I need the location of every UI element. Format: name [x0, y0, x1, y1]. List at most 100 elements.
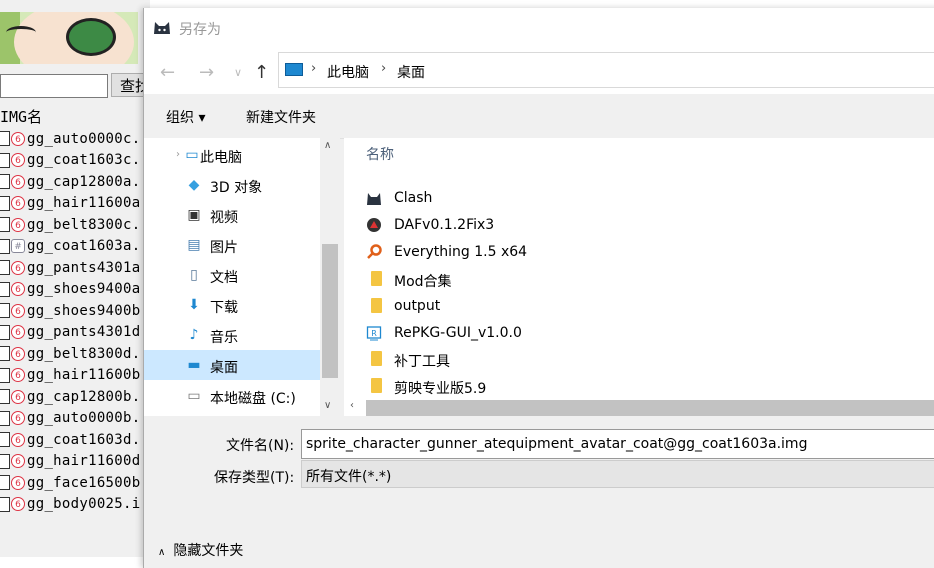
chevron-down-icon[interactable]: ∨: [234, 66, 242, 79]
column-header-name[interactable]: 名称: [366, 144, 394, 164]
nav-pane-scrollbar[interactable]: ∧ ∨: [320, 138, 340, 416]
checkbox[interactable]: [0, 195, 10, 211]
file-name: Everything 1.5 x64: [394, 244, 528, 260]
file-name: output: [394, 298, 441, 314]
organize-button[interactable]: 组织 ▾: [166, 107, 205, 127]
checkbox[interactable]: [0, 217, 10, 233]
checkbox[interactable]: [0, 152, 10, 168]
checkbox[interactable]: [0, 475, 10, 491]
checkbox[interactable]: [0, 496, 10, 512]
file-name: gg_body0025.i: [27, 496, 141, 513]
search-input[interactable]: [0, 74, 108, 98]
scroll-left-icon[interactable]: ‹: [350, 400, 354, 411]
checkbox[interactable]: [0, 324, 10, 340]
chevron-right-icon[interactable]: ›: [381, 61, 386, 76]
checkbox[interactable]: [0, 238, 10, 254]
breadcrumb-this-pc[interactable]: 此电脑: [327, 62, 369, 82]
folder-icon: [371, 378, 382, 393]
cube-icon: ◆: [188, 177, 200, 193]
file-name: gg_hair11600a: [27, 195, 141, 212]
red-circle-icon: 6: [11, 303, 25, 318]
checkbox[interactable]: [0, 453, 10, 469]
checkbox[interactable]: [0, 174, 10, 190]
checkbox[interactable]: [0, 260, 10, 276]
red-circle-icon: 6: [11, 389, 25, 404]
forward-arrow-icon[interactable]: →: [199, 62, 214, 83]
cat-icon: [154, 22, 170, 34]
checkbox[interactable]: [0, 367, 10, 383]
list-item[interactable]: 6 gg_hair11600d: [0, 451, 140, 473]
nav-item-3d-objects[interactable]: ◆ 3D 对象: [144, 170, 320, 200]
navigation-pane: › ▭ 此电脑 ◆ 3D 对象 ▣ 视频 ▤ 图片 ▯ 文档 ⬇ 下载 ♪ 音乐: [144, 138, 320, 416]
title-bar[interactable]: 另存为: [144, 8, 934, 48]
hide-folders-toggle[interactable]: ∧ 隐藏文件夹: [158, 540, 243, 560]
back-arrow-icon[interactable]: ←: [160, 62, 175, 83]
save-as-dialog: 另存为 ← → ∨ ↑ › 此电脑 › 桌面 组织 ▾ 新建文件夹 › ▭ 此电…: [143, 8, 934, 568]
picture-icon: ▤: [187, 237, 201, 253]
red-circle-icon: 6: [11, 131, 25, 146]
red-circle-icon: 6: [11, 196, 25, 211]
list-item[interactable]: 6 gg_belt8300d.: [0, 343, 140, 365]
nav-item-videos[interactable]: ▣ 视频: [144, 200, 320, 230]
breadcrumb-desktop[interactable]: 桌面: [397, 62, 425, 82]
list-item[interactable]: 6 gg_cap12800b.: [0, 386, 140, 408]
nav-item-label: 此电脑: [200, 150, 242, 166]
checkbox[interactable]: [0, 410, 10, 426]
nav-item-music[interactable]: ♪ 音乐: [144, 320, 320, 350]
red-circle-icon: 6: [11, 325, 25, 340]
nav-item-local-disk-c[interactable]: ▭ 本地磁盘 (C:): [144, 381, 320, 411]
file-name: DAFv0.1.2Fix3: [394, 217, 495, 233]
list-item[interactable]: 6 gg_belt8300c.: [0, 214, 140, 236]
file-list-horizontal-scrollbar[interactable]: ‹: [344, 398, 934, 416]
checkbox[interactable]: [0, 432, 10, 448]
filetype-select[interactable]: 所有文件(*.*): [301, 460, 934, 488]
list-item[interactable]: 6 gg_coat1603c.: [0, 150, 140, 172]
scroll-up-icon[interactable]: ∧: [324, 140, 331, 151]
checkbox[interactable]: [0, 303, 10, 319]
nav-item-pictures[interactable]: ▤ 图片: [144, 230, 320, 260]
nav-item-label: 3D 对象: [210, 180, 263, 196]
list-item[interactable]: 6 gg_body0025.i: [0, 494, 140, 516]
list-item[interactable]: 6 gg_cap12800a.: [0, 171, 140, 193]
list-item[interactable]: 6 gg_hair11600b: [0, 365, 140, 387]
list-item[interactable]: # gg_coat1603a.: [0, 236, 140, 258]
nav-item-documents[interactable]: ▯ 文档: [144, 260, 320, 290]
folder-icon: [371, 351, 382, 366]
checkbox[interactable]: [0, 389, 10, 405]
nav-item-label: 下载: [210, 300, 238, 316]
list-item[interactable]: 6 gg_coat1603d.: [0, 429, 140, 451]
checkbox[interactable]: [0, 131, 10, 147]
nav-item-downloads[interactable]: ⬇ 下载: [144, 290, 320, 320]
scroll-down-icon[interactable]: ∨: [324, 400, 331, 411]
red-circle-icon: 6: [11, 174, 25, 189]
list-item[interactable]: 6 gg_auto0000b.: [0, 408, 140, 430]
chevron-right-icon[interactable]: ›: [176, 149, 180, 160]
file-name: gg_shoes9400a: [27, 281, 141, 298]
red-circle-icon: 6: [11, 346, 25, 361]
up-arrow-icon[interactable]: ↑: [254, 62, 269, 83]
address-bar[interactable]: › 此电脑 › 桌面: [278, 52, 934, 88]
checkbox[interactable]: [0, 281, 10, 297]
file-name: gg_coat1603a.: [27, 238, 141, 255]
nav-item-desktop[interactable]: ▬ 桌面: [144, 350, 320, 380]
scrollbar-thumb[interactable]: [322, 244, 338, 378]
list-item[interactable]: 6 gg_pants4301a: [0, 257, 140, 279]
nav-item-label: 文档: [210, 270, 238, 286]
new-folder-button[interactable]: 新建文件夹: [246, 107, 316, 127]
checkbox[interactable]: [0, 346, 10, 362]
list-item[interactable]: 6 gg_pants4301d: [0, 322, 140, 344]
filename-input[interactable]: sprite_character_gunner_atequipment_avat…: [301, 429, 934, 459]
toolbar: 组织 ▾ 新建文件夹: [144, 94, 934, 139]
file-name: gg_cap12800a.: [27, 173, 141, 190]
list-item[interactable]: 6 gg_shoes9400a: [0, 279, 140, 301]
scrollbar-thumb[interactable]: [366, 400, 934, 416]
nav-item-this-pc[interactable]: › ▭ 此电脑: [144, 140, 320, 170]
list-item[interactable]: 6 gg_face16500b: [0, 472, 140, 494]
folder-icon: [371, 271, 382, 286]
list-item[interactable]: 6 gg_hair11600a: [0, 193, 140, 215]
file-name: gg_face16500b: [27, 474, 141, 491]
list-item[interactable]: 6 gg_auto0000c.: [0, 128, 140, 150]
filename-label: 文件名(N):: [226, 438, 295, 454]
list-item[interactable]: 6 gg_shoes9400b: [0, 300, 140, 322]
file-name: gg_auto0000c.: [27, 130, 141, 147]
